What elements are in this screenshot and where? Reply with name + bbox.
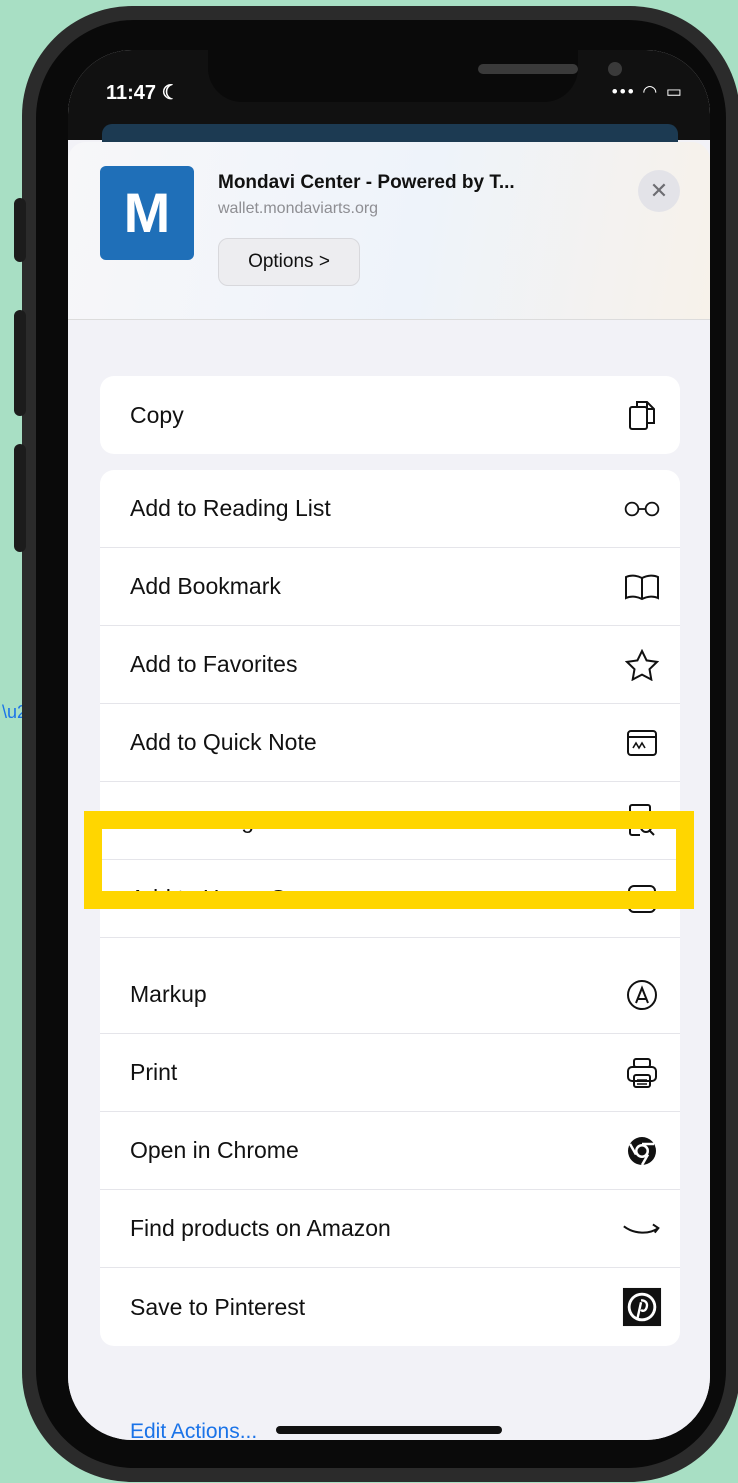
amazon-icon: [622, 1209, 662, 1249]
home-indicator: [276, 1426, 502, 1434]
edit-actions-link[interactable]: Edit Actions...: [130, 1420, 257, 1440]
site-url: wallet.mondaviarts.org: [218, 200, 379, 217]
action-label: Find products on Amazon: [130, 1215, 391, 1241]
volume-up-button: [14, 310, 26, 416]
quick-note-icon: [622, 723, 662, 763]
close-icon: ✕: [649, 178, 669, 203]
status-icons: ••• ◠ ▭: [611, 82, 684, 101]
action-label: Copy: [130, 401, 184, 428]
action-print[interactable]: Print: [100, 1034, 680, 1112]
status-time: 11:47 ☾: [106, 82, 180, 104]
close-button[interactable]: ✕: [638, 170, 680, 212]
site-title: Mondavi Center - Powered by T...: [218, 172, 515, 193]
options-button[interactable]: Options >: [218, 238, 360, 286]
action-label: Open in Chrome: [130, 1137, 299, 1163]
action-markup[interactable]: Markup: [100, 956, 680, 1034]
book-icon: [622, 567, 662, 607]
action-group-copy: Copy: [100, 376, 680, 454]
action-add-favorites[interactable]: Add to Favorites: [100, 626, 680, 704]
speaker: [478, 64, 578, 74]
action-label: Save to Pinterest: [130, 1293, 306, 1320]
action-add-bookmark[interactable]: Add Bookmark: [100, 548, 680, 626]
share-sheet-header: M Mondavi Center - Powered by T... walle…: [68, 142, 710, 320]
action-copy[interactable]: Copy: [100, 376, 680, 454]
chrome-icon: [622, 1131, 662, 1171]
action-label: Markup: [130, 981, 207, 1007]
action-add-quick-note[interactable]: Add to Quick Note: [100, 704, 680, 782]
printer-icon: [622, 1053, 662, 1093]
site-icon: M: [100, 166, 194, 260]
action-add-reading-list[interactable]: Add to Reading List: [100, 470, 680, 548]
action-label: Add to Quick Note: [130, 729, 317, 755]
markup-icon: [622, 975, 662, 1015]
notch: [208, 50, 622, 102]
star-icon: [622, 645, 662, 685]
pinterest-icon: [622, 1287, 662, 1327]
action-find-amazon[interactable]: Find products on Amazon: [100, 1190, 680, 1268]
action-save-pinterest[interactable]: Save to Pinterest: [100, 1268, 680, 1346]
highlight-frame: [84, 811, 694, 909]
phone-screen: 11:47 ☾ ••• ◠ ▭ M Mondavi Center - Power…: [68, 50, 710, 1440]
action-label: Add Bookmark: [130, 573, 281, 599]
share-sheet: M Mondavi Center - Powered by T... walle…: [68, 142, 710, 1440]
copy-icon: [622, 395, 662, 435]
front-camera: [608, 62, 622, 76]
action-label: Print: [130, 1059, 178, 1085]
action-label: Add to Favorites: [130, 651, 298, 677]
action-label: Add to Reading List: [130, 495, 331, 521]
glasses-icon: [622, 489, 662, 529]
mute-switch: [14, 198, 26, 262]
volume-down-button: [14, 444, 26, 552]
action-open-in-chrome[interactable]: Open in Chrome: [100, 1112, 680, 1190]
